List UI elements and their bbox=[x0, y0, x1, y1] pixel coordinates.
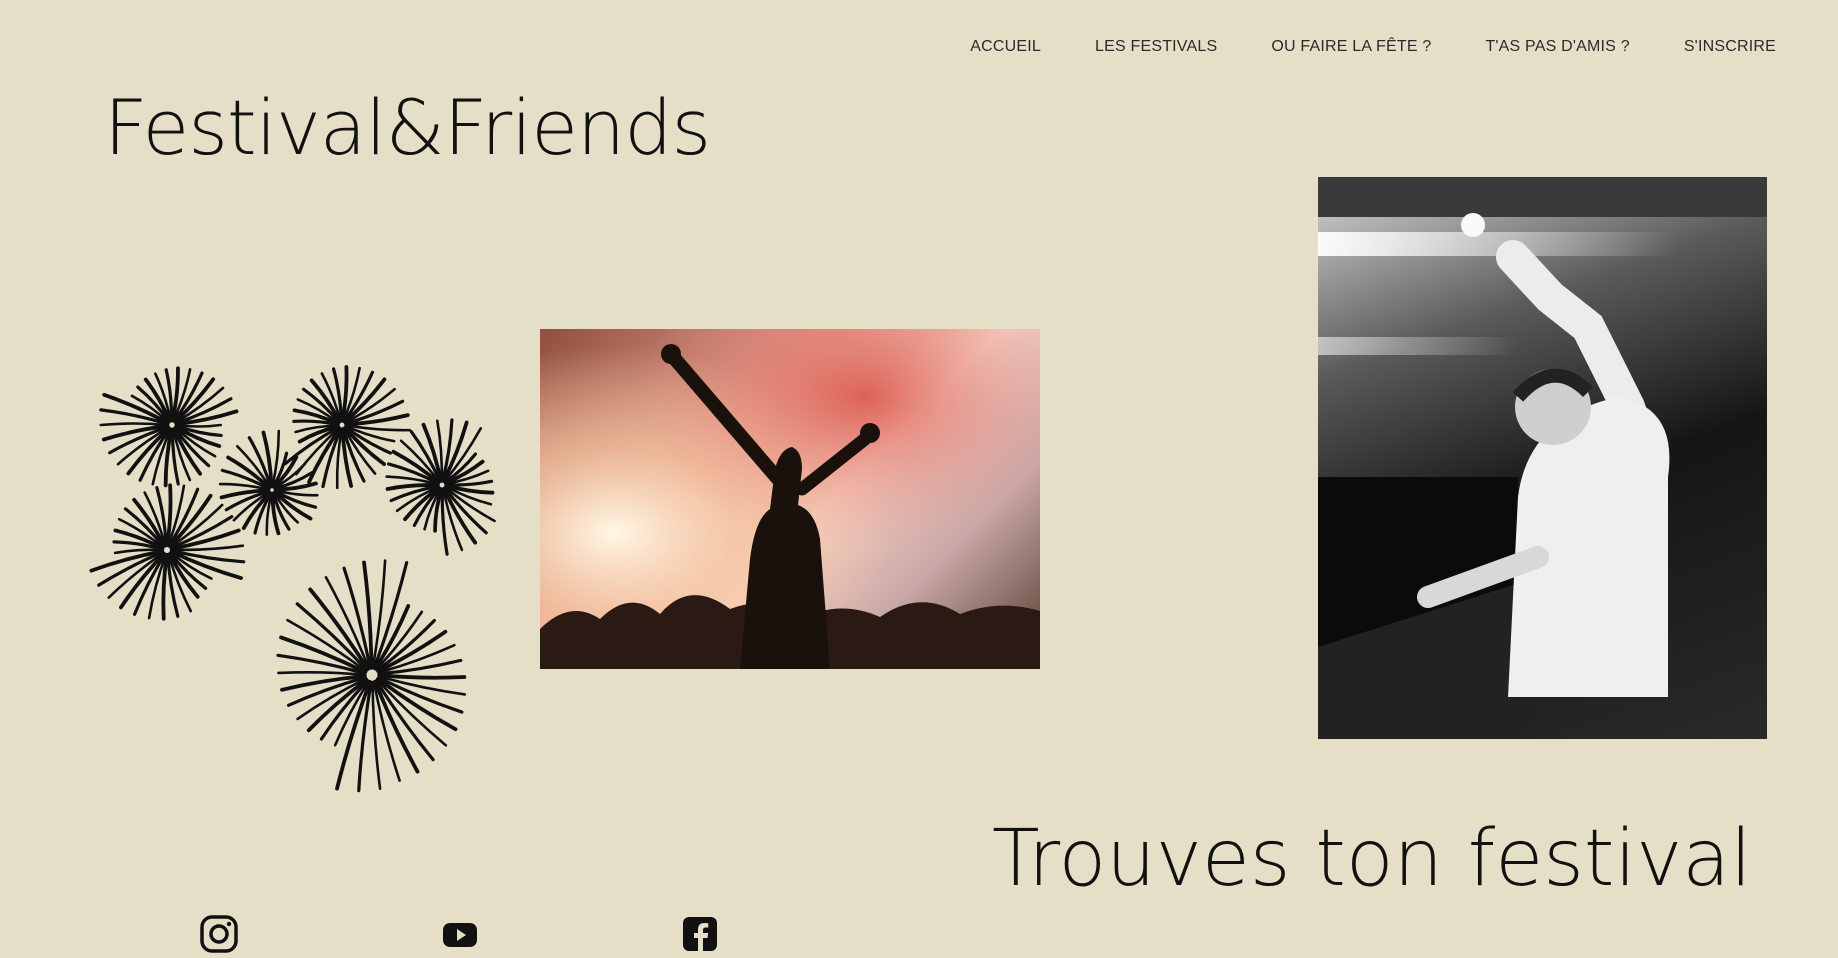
find-festival-heading: Trouves ton festival bbox=[992, 814, 1752, 904]
nav-item-les-festivals[interactable]: LES FESTIVALS bbox=[1095, 38, 1217, 56]
firework-burst bbox=[218, 429, 319, 537]
social-links bbox=[0, 914, 800, 954]
facebook-icon[interactable] bbox=[680, 914, 720, 954]
main-navigation: ACCUEIL LES FESTIVALS OU FAIRE LA FÊTE ?… bbox=[916, 38, 1776, 56]
firework-burst bbox=[385, 418, 496, 556]
dj-performing-photo bbox=[1318, 177, 1767, 739]
instagram-icon[interactable] bbox=[199, 914, 239, 954]
firework-burst bbox=[276, 559, 467, 793]
nav-item-sinscrire[interactable]: S'INSCRIRE bbox=[1684, 38, 1776, 56]
fireworks-drawing bbox=[89, 365, 496, 793]
firework-burst bbox=[89, 483, 246, 621]
youtube-icon[interactable] bbox=[440, 914, 480, 954]
dj-performing-image bbox=[1318, 177, 1767, 739]
site-logo-title[interactable]: Festival&Friends bbox=[104, 90, 711, 166]
nav-item-accueil[interactable]: ACCUEIL bbox=[970, 38, 1041, 56]
party-crowd-image bbox=[540, 329, 1040, 669]
party-crowd-photo bbox=[540, 329, 1040, 669]
firework-burst bbox=[283, 365, 412, 490]
nav-item-tas-pas-damis[interactable]: T'AS PAS D'AMIS ? bbox=[1485, 38, 1629, 56]
fireworks-illustration bbox=[72, 360, 532, 820]
firework-burst bbox=[99, 366, 239, 488]
nav-item-ou-faire-la-fete[interactable]: OU FAIRE LA FÊTE ? bbox=[1271, 38, 1431, 56]
